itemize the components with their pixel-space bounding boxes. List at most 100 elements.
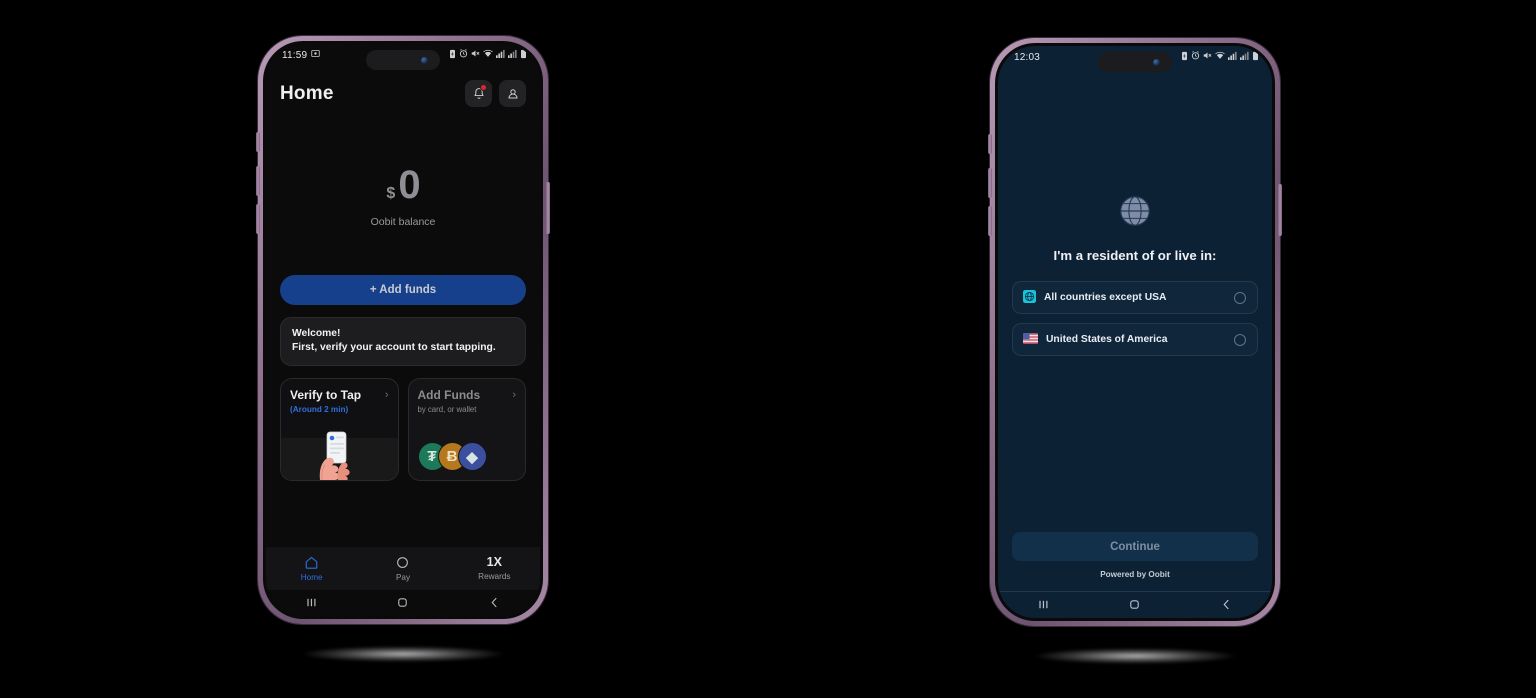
chevron-right-icon: › (384, 389, 389, 402)
power-button-left[interactable] (546, 182, 550, 234)
status-bar-right-left-group: 12:03 (1014, 52, 1040, 63)
tile-verify-header: Verify to Tap › (281, 379, 398, 402)
country-options-list: All countries except USA United States o… (1012, 281, 1258, 356)
balance-amount: $ 0 (266, 165, 540, 205)
front-camera-icon (1153, 58, 1160, 66)
rewards-multiplier-icon: 1X (486, 555, 502, 570)
alarm-icon (459, 49, 468, 61)
globe-illustration (1012, 192, 1258, 235)
tile-verify-title: Verify to Tap (290, 388, 362, 403)
phone-shadow-right (1035, 648, 1235, 664)
signal-secondary-icon (508, 49, 517, 61)
phone-shadow-left (303, 646, 503, 662)
balance-label: Oobit balance (370, 216, 436, 228)
home-circle-icon[interactable] (396, 596, 409, 611)
signal-icon (1228, 51, 1237, 63)
header-actions (465, 80, 526, 107)
battery-saver-icon (449, 49, 456, 62)
back-icon[interactable] (1220, 598, 1233, 613)
tile-add-funds-header: Add Funds › (409, 379, 526, 402)
dynamic-island-right (1098, 52, 1172, 72)
phone-bezel-right: 12:03 I'm a resident of or live in: All … (995, 43, 1275, 621)
power-button-right[interactable] (1278, 184, 1282, 236)
page-heading: I'm a resident of or live in: (1053, 248, 1217, 263)
screen-home: 11:59 Home $ 0 Oobit balance + Add funds… (266, 44, 540, 616)
welcome-title: Welcome! (292, 328, 341, 339)
add-funds-button[interactable]: + Add funds (280, 275, 526, 305)
bottom-tab-bar: Home Pay 1X Rewards (266, 547, 540, 590)
radio-united-states[interactable] (1234, 333, 1246, 346)
notifications-button[interactable] (465, 80, 492, 107)
volume-down-button-left[interactable] (256, 204, 260, 234)
signal-icon (496, 49, 505, 61)
screen-country-select: 12:03 I'm a resident of or live in: All … (998, 46, 1272, 618)
profile-button[interactable] (499, 80, 526, 107)
continue-button[interactable]: Continue (1012, 532, 1258, 561)
back-icon[interactable] (488, 596, 501, 611)
coin-icons-group: ₮ Ƀ ◆ (417, 442, 487, 472)
notification-badge (480, 84, 487, 91)
ethereum-coin-icon: ◆ (457, 442, 487, 472)
phone-bezel-left: 11:59 Home $ 0 Oobit balance + Add funds… (263, 41, 543, 619)
screenshot-icon (311, 49, 320, 61)
recents-icon[interactable] (305, 596, 318, 611)
option-all-countries[interactable]: All countries except USA (1012, 281, 1258, 314)
chevron-right-icon: › (512, 389, 516, 402)
balance-currency: $ (386, 185, 396, 202)
action-tiles-row: Verify to Tap › (Around 2 min) Add Funds… (280, 378, 526, 482)
country-select-content: I'm a resident of or live in: All countr… (998, 68, 1272, 618)
globe-flag-icon (1023, 290, 1036, 305)
mute-icon (471, 49, 480, 61)
balance-section: $ 0 Oobit balance (266, 165, 540, 228)
status-bar-left-group: 11:59 (282, 49, 320, 61)
phone-device-left: 11:59 Home $ 0 Oobit balance + Add funds… (256, 36, 550, 624)
front-camera-icon (421, 56, 428, 64)
tab-home[interactable]: Home (266, 555, 357, 582)
home-app-content: Home $ 0 Oobit balance + Add funds Welco… (266, 66, 540, 616)
option-all-countries-label: All countries except USA (1044, 292, 1167, 303)
silent-switch-right[interactable] (988, 134, 992, 154)
welcome-message: First, verify your account to start tapp… (292, 341, 496, 353)
globe-icon (1120, 196, 1150, 226)
system-nav-bar-left (266, 590, 540, 616)
radio-all-countries[interactable] (1234, 291, 1246, 304)
recents-icon[interactable] (1037, 598, 1050, 613)
status-time: 12:03 (1014, 51, 1041, 63)
tile-verify-eta: (Around 2 min) (290, 405, 349, 415)
option-united-states[interactable]: United States of America (1012, 323, 1258, 356)
mute-icon (1203, 51, 1212, 63)
page-title: Home (280, 82, 334, 104)
status-time: 11:59 (282, 49, 308, 61)
welcome-card: Welcome! First, verify your account to s… (280, 317, 526, 367)
volume-up-button-right[interactable] (988, 168, 992, 198)
circle-icon (397, 557, 409, 568)
tile-verify-to-tap[interactable]: Verify to Tap › (Around 2 min) (280, 378, 399, 482)
tile-add-funds-title: Add Funds (417, 388, 481, 403)
system-nav-bar-right (998, 592, 1272, 618)
home-circle-icon[interactable] (1128, 598, 1141, 613)
usa-flag-icon (1023, 333, 1038, 346)
volume-up-button-left[interactable] (256, 166, 260, 196)
home-header: Home (266, 66, 540, 107)
phone-device-right: 12:03 I'm a resident of or live in: All … (988, 38, 1282, 626)
signal-secondary-icon (1240, 51, 1249, 63)
wifi-icon (1215, 51, 1225, 63)
home-icon (305, 556, 318, 569)
volume-down-button-right[interactable] (988, 206, 992, 236)
silent-switch-left[interactable] (256, 132, 260, 152)
hand-holding-phone-illustration (319, 431, 350, 481)
tile-add-funds[interactable]: Add Funds › by card, or wallet ₮ Ƀ ◆ (407, 378, 526, 482)
tab-rewards[interactable]: 1X Rewards (449, 556, 540, 581)
tab-home-label: Home (300, 573, 323, 582)
tab-pay-label: Pay (395, 573, 411, 582)
option-united-states-label: United States of America (1046, 334, 1168, 345)
tab-pay[interactable]: Pay (357, 555, 448, 582)
balance-value: 0 (398, 163, 420, 207)
battery-icon (520, 49, 527, 62)
status-bar-right-group (449, 49, 527, 62)
screenshot-stage: 11:59 Home $ 0 Oobit balance + Add funds… (0, 0, 1536, 698)
dynamic-island-left (366, 50, 440, 70)
powered-by-label: Powered by Oobit (1100, 570, 1170, 579)
wifi-icon (483, 49, 493, 61)
status-bar-right-icons (1181, 51, 1259, 64)
